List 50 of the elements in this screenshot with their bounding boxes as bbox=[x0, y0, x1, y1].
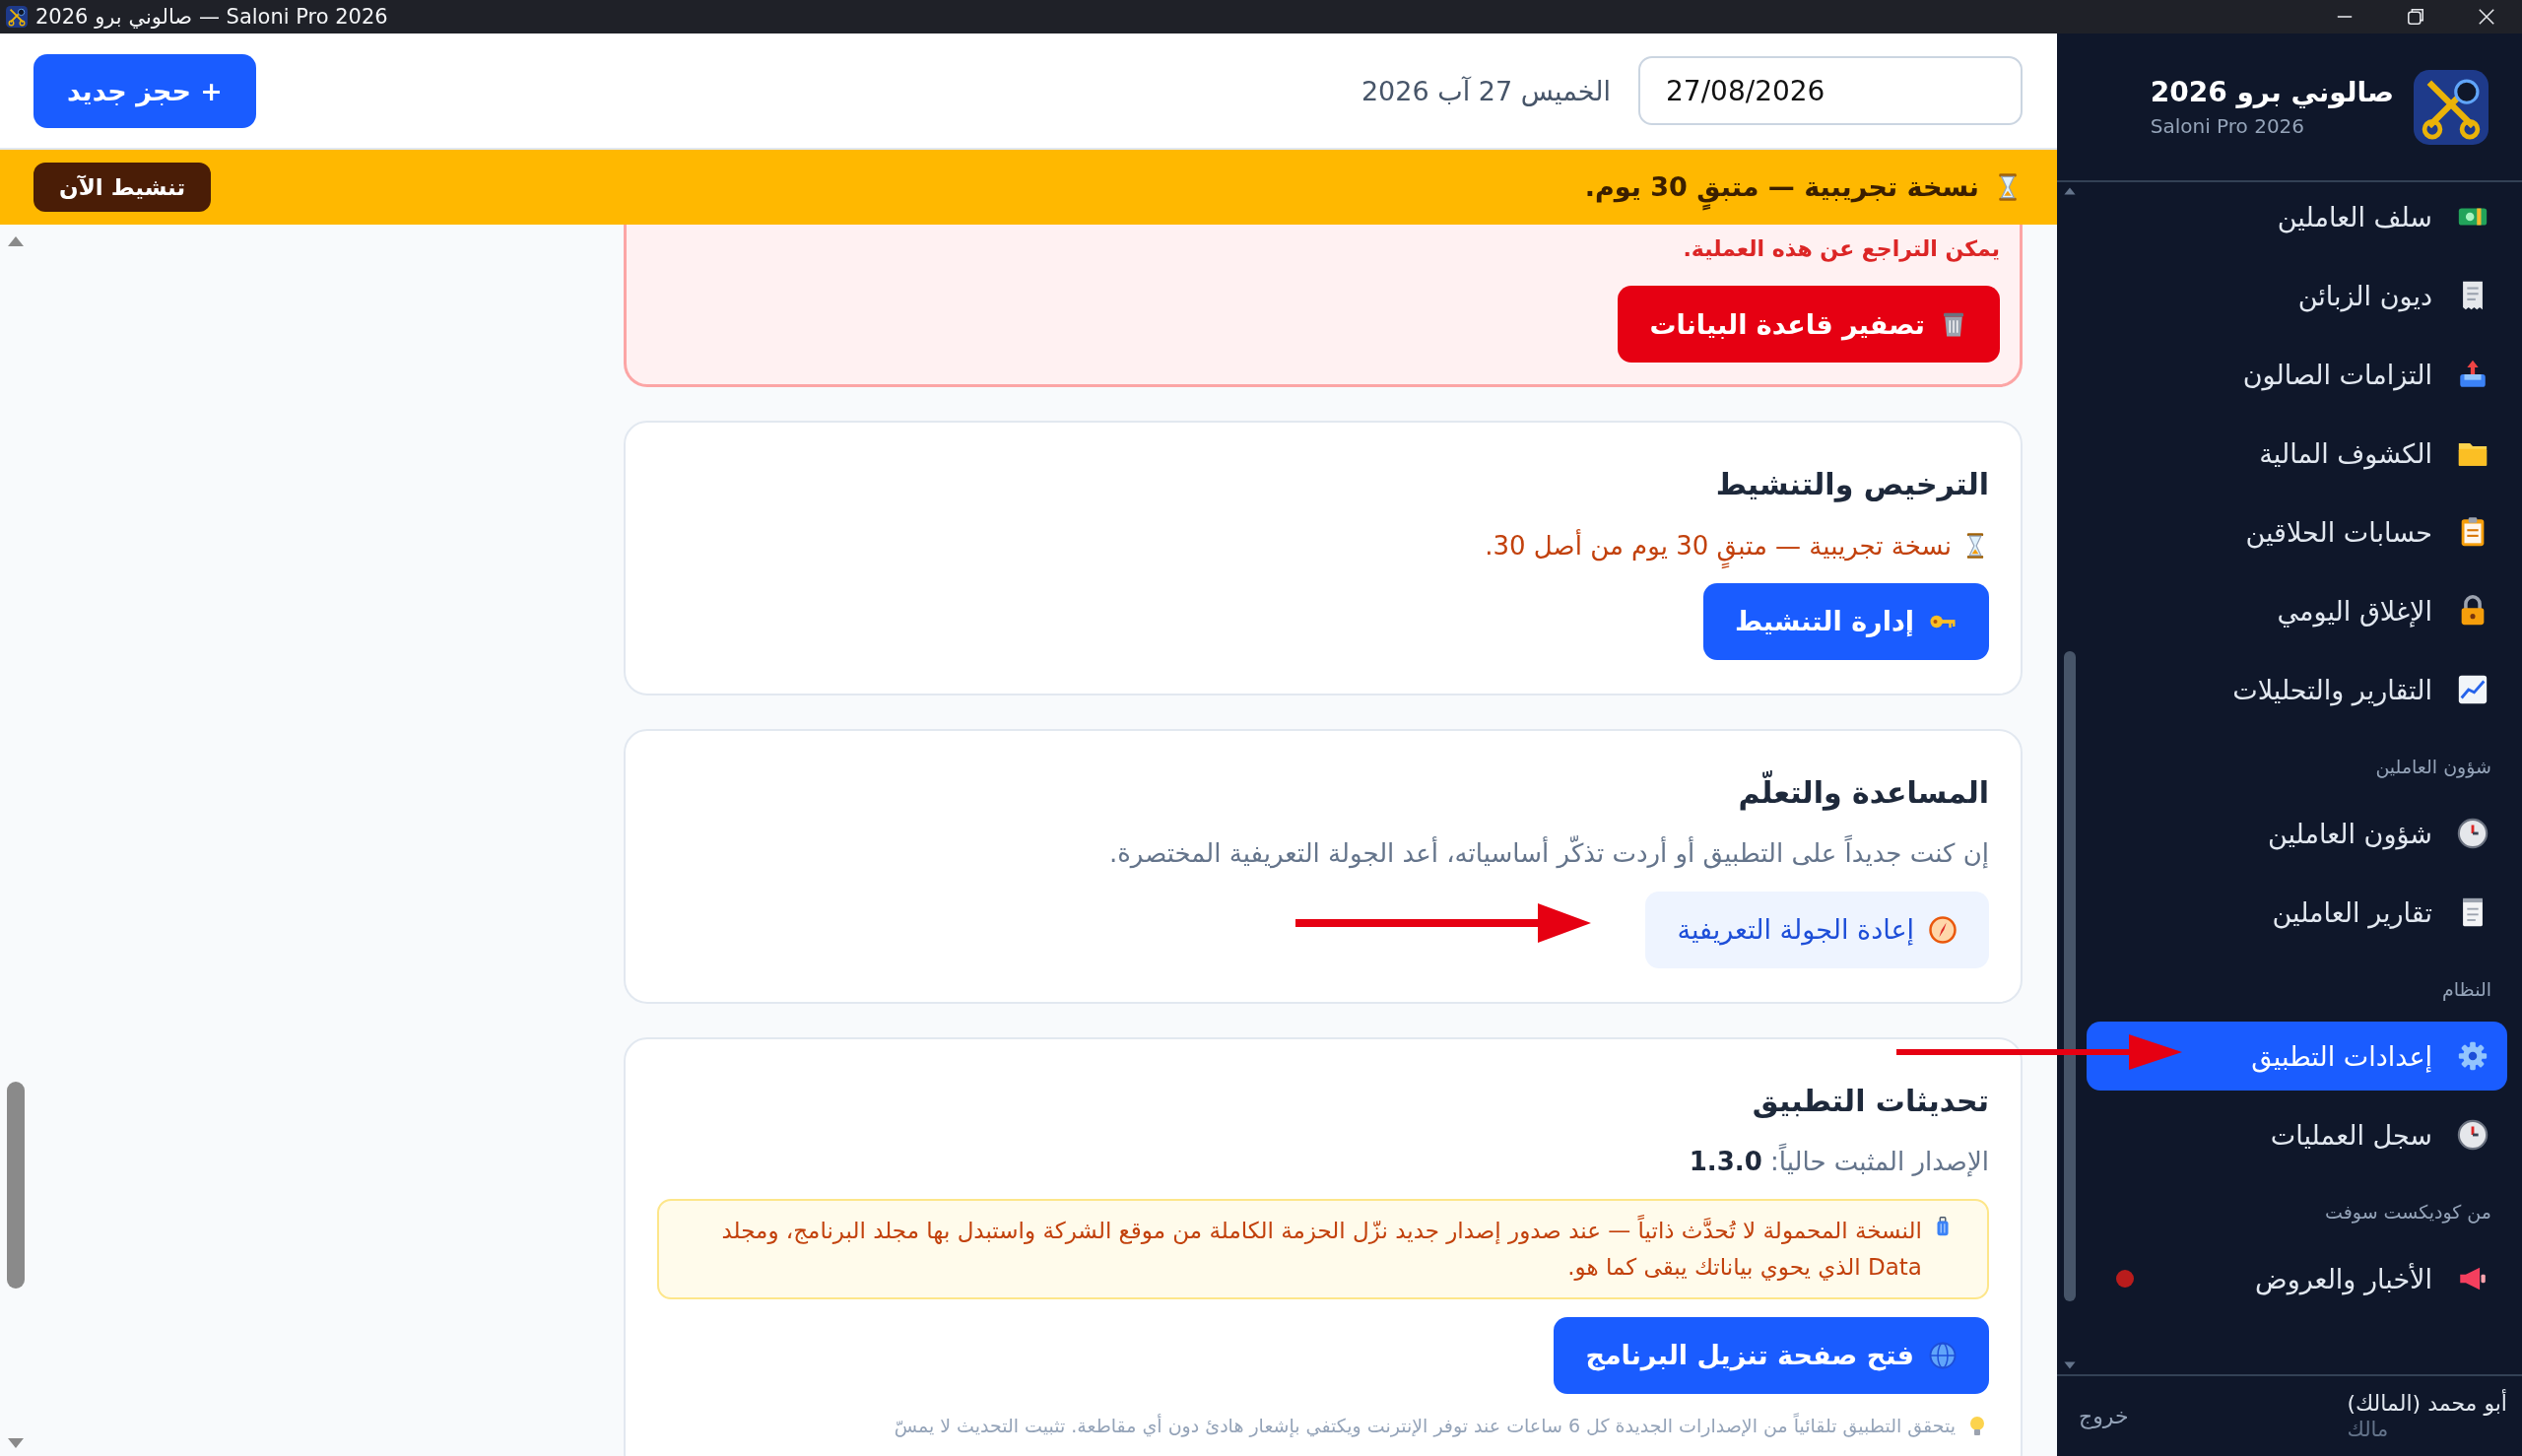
sidebar-item[interactable]: سجل العمليات bbox=[2087, 1100, 2507, 1169]
manage-activation-button[interactable]: إدارة التنشيط bbox=[1702, 582, 1989, 660]
date-field[interactable]: 27/08/2026 bbox=[1638, 56, 2023, 125]
sidebar-item[interactable]: حسابات الحلاقين bbox=[2087, 497, 2507, 566]
help-text: إن كنت جديداً على التطبيق أو أردت تذكّر أساسياته، أعد الجولة التعريفية المختصرة. bbox=[1108, 833, 1989, 874]
footnote: يتحقق التطبيق تلقائياً من الإصدارات الجديدة كل 6 ساعات عند توفر الإنترنت ويكتفي بإشعار هادئ دون أي مقاطعة. تثبيت التحديث لا يمسّ bbox=[894, 1412, 1956, 1439]
sidebar-item[interactable]: تقارير العاملين bbox=[2087, 878, 2507, 947]
scroll-down-arrow[interactable] bbox=[2063, 1360, 2077, 1370]
scrollbar-thumb[interactable] bbox=[2064, 651, 2076, 1301]
new-booking-button[interactable]: + حجز جديد bbox=[33, 53, 256, 128]
sidebar-item[interactable]: الإغلاق اليومي bbox=[2087, 576, 2507, 645]
scrollbar-thumb[interactable] bbox=[7, 1082, 25, 1289]
sidebar-item[interactable]: سلف العاملين bbox=[2087, 182, 2507, 251]
window-title: صالوني برو 2026 — Saloni Pro 2026 bbox=[35, 5, 388, 29]
card-title: تحديثات التطبيق bbox=[1752, 1082, 1989, 1120]
date-label: الخميس 27 آب 2026 bbox=[1361, 75, 1611, 106]
scroll-up-arrow[interactable] bbox=[2063, 186, 2077, 196]
scroll-down-arrow[interactable] bbox=[6, 1436, 26, 1450]
settings-icon bbox=[2456, 1039, 2489, 1073]
section-heading: شؤون العاملين bbox=[2374, 755, 2492, 780]
reset-database-button[interactable]: تصفير قاعدة البيانات bbox=[1618, 286, 2000, 364]
user-name: أبو محمد (المالك) bbox=[2347, 1391, 2507, 1416]
trial-message: نسخة تجريبية — متبقٍ 30 يوم. bbox=[1584, 165, 1979, 209]
section-heading: من كوديكست سوفت bbox=[2324, 1200, 2492, 1225]
clock-icon bbox=[2456, 817, 2489, 850]
sidebar-item[interactable]: شؤون العاملين bbox=[2087, 799, 2507, 868]
app-subtitle: Saloni Pro 2026 bbox=[2150, 114, 2305, 138]
open-download-page-button[interactable]: فتح صفحة تنزيل البرنامج bbox=[1554, 1317, 1989, 1395]
sidebar-item[interactable]: الأخبار والعروض bbox=[2087, 1244, 2507, 1313]
restart-tour-button[interactable]: إعادة الجولة التعريفية bbox=[1645, 891, 1989, 968]
activate-now-button[interactable]: تنشيط الآن bbox=[33, 163, 212, 212]
clock-icon bbox=[2456, 1118, 2489, 1152]
sidebar-item[interactable]: الكشوف المالية bbox=[2087, 419, 2507, 488]
compass-icon bbox=[1928, 914, 1958, 945]
section-heading: النظام bbox=[2441, 977, 2492, 1003]
app-icon bbox=[6, 6, 28, 28]
app-name: صالوني برو 2026 bbox=[2150, 76, 2394, 108]
sidebar-item[interactable]: إعدادات التطبيق bbox=[2087, 1022, 2507, 1091]
user-role: مالك bbox=[2347, 1418, 2389, 1441]
chart-icon bbox=[2456, 673, 2489, 706]
notice-text: النسخة المحمولة لا تُحدَّث ذاتياً — عند صدور إصدار جديد نزّل الحزمة الكاملة من موقع الشركة واستبدل بها مجلد البرنامج، ومجلد Data الذي يحوي بياناتك يبقى كما هو. bbox=[693, 1213, 1922, 1287]
scroll-up-arrow[interactable] bbox=[6, 234, 26, 248]
logout-link[interactable]: خروج bbox=[2079, 1404, 2129, 1428]
warning-note: يمكن التراجع عن هذه العملية. bbox=[1683, 235, 2000, 264]
sidebar-item[interactable]: ديون الزبائن bbox=[2087, 261, 2507, 330]
sidebar-item[interactable]: التزامات الصالون bbox=[2087, 340, 2507, 409]
card-title: المساعدة والتعلّم bbox=[1738, 769, 1989, 817]
globe-icon bbox=[1928, 1341, 1958, 1371]
sidebar-item[interactable]: التقارير والتحليلات bbox=[2087, 655, 2507, 724]
card-title: الترخيص والتنشيط bbox=[1715, 466, 1989, 504]
